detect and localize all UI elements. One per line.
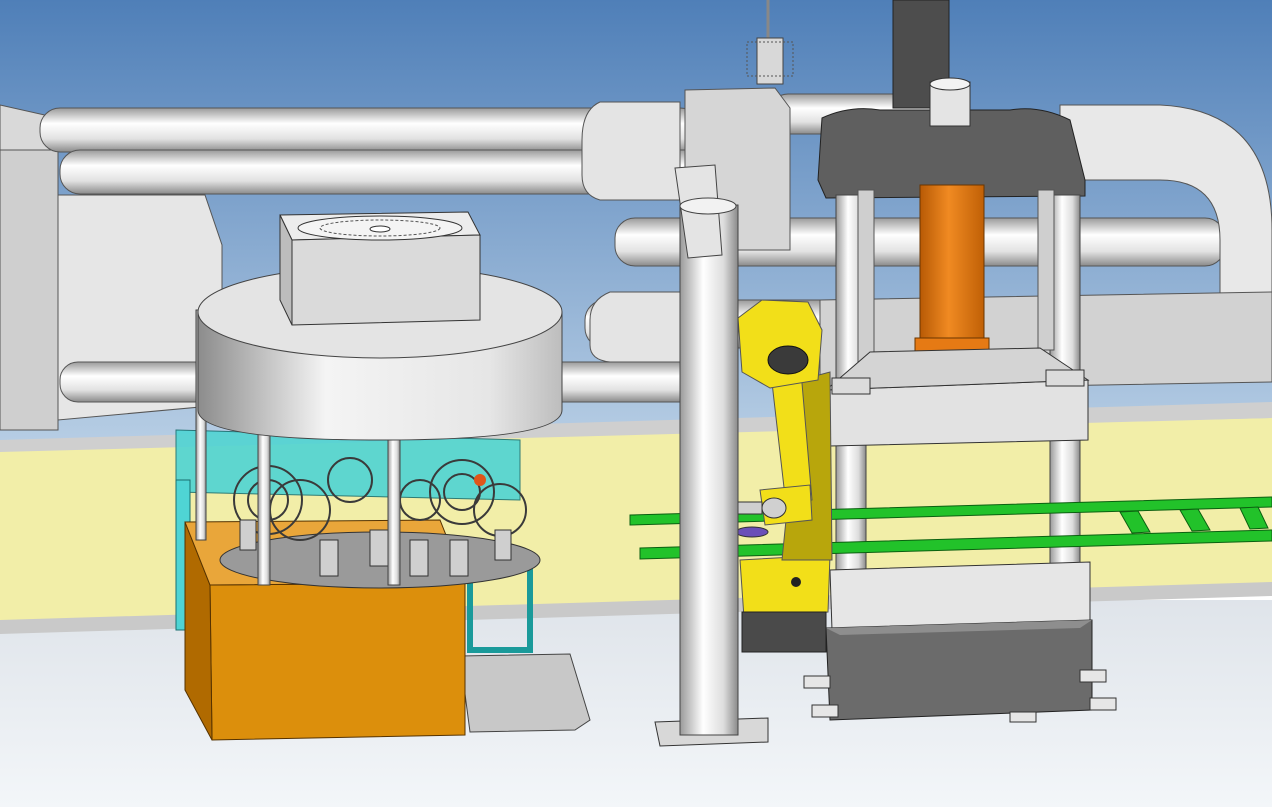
press-lower-bed — [829, 561, 1091, 631]
press-foot-2 — [811, 704, 839, 718]
hydraulic-press — [803, 77, 1117, 723]
press-foot-1 — [803, 675, 831, 689]
robot-wrist-joint — [761, 497, 787, 519]
robot-base-dark — [741, 611, 827, 653]
press-foot-5 — [1009, 711, 1037, 723]
machine-floor-plate — [459, 653, 591, 733]
ceiling-sensor-box — [756, 37, 784, 85]
press-base — [825, 619, 1093, 721]
fan-hub — [369, 225, 391, 233]
press-collar-right — [1045, 369, 1085, 387]
fan-box-front — [291, 234, 481, 326]
left-machine-face — [0, 149, 59, 431]
press-orange-cylinder — [919, 184, 985, 346]
pipe-elbow-left — [581, 101, 681, 201]
press-foot-3 — [1079, 669, 1107, 683]
robot-held-part — [735, 526, 769, 538]
press-crown-cap-top — [929, 77, 971, 91]
orange-accent-part — [474, 474, 486, 486]
orange-cabinet-front — [209, 582, 466, 741]
pillar-top-cap — [679, 197, 737, 215]
press-column-back-right — [1037, 189, 1055, 351]
robot-gripper — [735, 501, 763, 515]
cyan-frame-back — [175, 429, 521, 501]
robot-shoulder-joint — [767, 345, 809, 375]
cad-scene-viewport[interactable] — [0, 0, 1272, 807]
press-collar-left — [831, 377, 871, 395]
pillar-shaft — [679, 204, 739, 736]
robot-base — [739, 554, 831, 619]
robot-base-bolt — [791, 577, 801, 587]
robot-shoulder — [737, 299, 823, 389]
press-foot-4 — [1089, 697, 1117, 711]
pipe-elbow-lower — [589, 291, 681, 363]
